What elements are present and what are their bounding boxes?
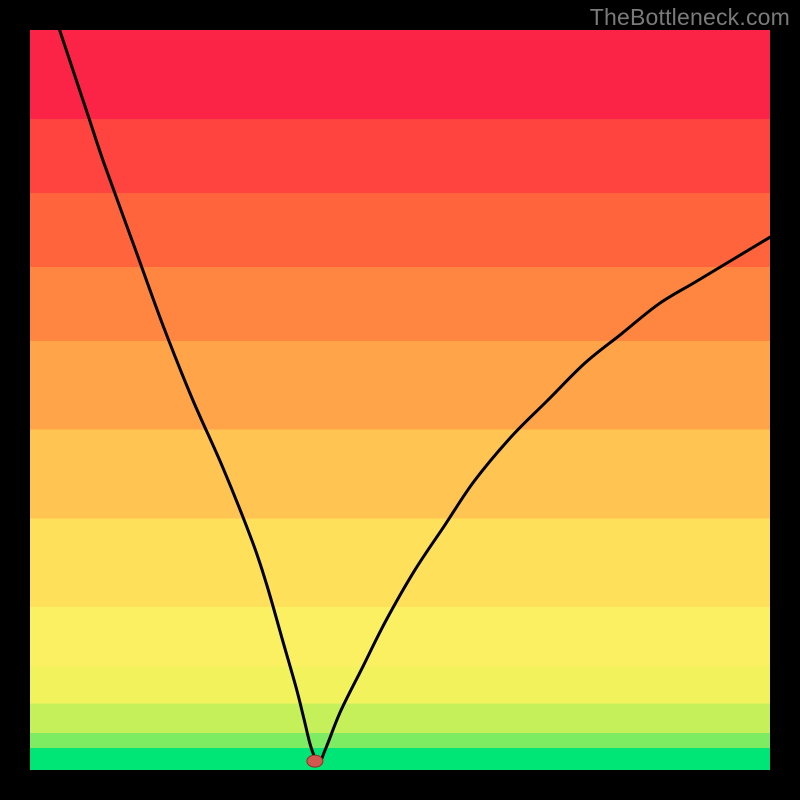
plot-area [30,30,770,770]
bottleneck-chart [30,30,770,770]
chart-frame: TheBottleneck.com [0,0,800,800]
optimal-point-marker [307,755,323,767]
watermark-text: TheBottleneck.com [590,4,790,31]
